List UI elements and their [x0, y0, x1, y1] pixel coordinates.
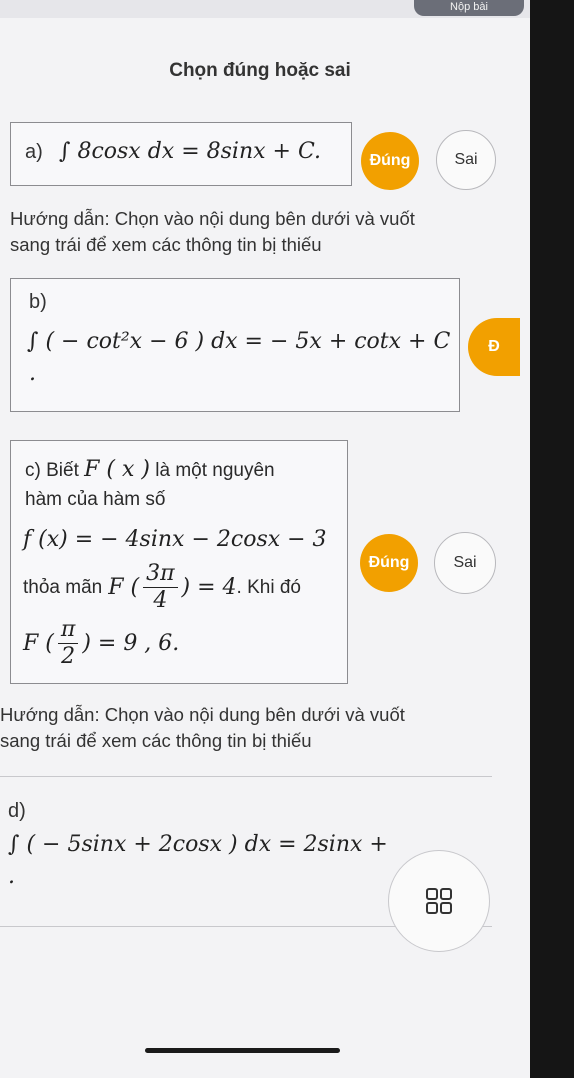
question-a-card[interactable]: a) ∫ 8cosx dx = 8sinx + C. — [10, 122, 352, 186]
question-c-fx: F ( x ) — [84, 457, 150, 482]
hint-2-line-1: Hướng dẫn: Chọn vào nội dung bên dưới và… — [0, 704, 405, 725]
question-c-res-suffix: ) = 9 , 6. — [82, 631, 180, 656]
question-c-text1: Biết — [46, 460, 79, 481]
question-a-dung-button[interactable]: Đúng — [361, 132, 419, 190]
hint-text-1: Hướng dẫn: Chọn vào nội dung bên dưới và… — [10, 206, 415, 258]
question-c-cond-den: 4 — [153, 588, 168, 613]
question-c-text2: là một nguyên — [155, 460, 275, 481]
question-d-label: d) — [8, 800, 26, 822]
grid-icon — [426, 888, 452, 914]
question-c-sai-button[interactable]: Sai — [434, 532, 496, 594]
question-d-top-border — [0, 776, 492, 777]
grid-menu-button[interactable] — [388, 850, 490, 952]
question-c-cond-F: F ( — [108, 575, 140, 600]
hint-1-line-1: Hướng dẫn: Chọn vào nội dung bên dưới và… — [10, 208, 415, 229]
question-c-res-den: 2 — [61, 644, 76, 669]
question-b-tail: . — [29, 361, 36, 386]
hint-2-line-2: sang trái để xem các thông tin bị thiếu — [0, 730, 312, 751]
question-c-res-F: F ( — [23, 631, 54, 656]
question-c-cond-prefix: thỏa mãn — [23, 576, 103, 598]
question-c-label: c) — [25, 460, 41, 481]
question-c-cond-suffix: ) = 4 — [181, 575, 237, 600]
question-c-res-fraction: π 2 — [57, 617, 79, 670]
question-c-cond-num: 3π — [143, 561, 178, 588]
question-b-label: b) — [29, 291, 47, 313]
question-b-dung-button[interactable]: Đ — [468, 318, 520, 376]
hint-text-2: Hướng dẫn: Chọn vào nội dung bên dưới và… — [0, 702, 405, 754]
question-c-line2: hàm của hàm số — [25, 489, 166, 510]
question-d-formula: ∫ ( − 5sinx + 2cosx ) dx = 2sinx + — [8, 832, 388, 857]
question-c-card[interactable]: c) Biết F ( x ) là một nguyên hàm của hà… — [10, 440, 348, 684]
home-indicator[interactable] — [145, 1048, 340, 1053]
question-b-card[interactable]: b) ∫ ( − cot²x − 6 ) dx = − 5x + cotx + … — [10, 278, 460, 412]
question-c-cond-tail: . Khi đó — [236, 576, 301, 598]
question-c-cond-fraction: 3π 4 — [143, 561, 178, 614]
page-title: Chọn đúng hoặc sai — [169, 60, 351, 81]
question-c-dung-button[interactable]: Đúng — [360, 534, 418, 592]
question-a-sai-button[interactable]: Sai — [436, 130, 496, 190]
question-c-formula: f (x) = − 4sinx − 2cosx − 3 — [23, 527, 327, 552]
question-b-formula: ∫ ( − cot²x − 6 ) dx = − 5x + cotx + C — [27, 329, 451, 354]
question-a-formula: ∫ 8cosx dx = 8sinx + C. — [59, 139, 321, 164]
device-edge — [530, 0, 574, 1078]
question-c-res-num: π — [57, 617, 79, 644]
question-a-label: a) — [25, 141, 43, 163]
hint-1-line-2: sang trái để xem các thông tin bị thiếu — [10, 234, 322, 255]
submit-button[interactable]: Nộp bài — [414, 0, 524, 16]
question-d-tail: . — [8, 864, 15, 889]
